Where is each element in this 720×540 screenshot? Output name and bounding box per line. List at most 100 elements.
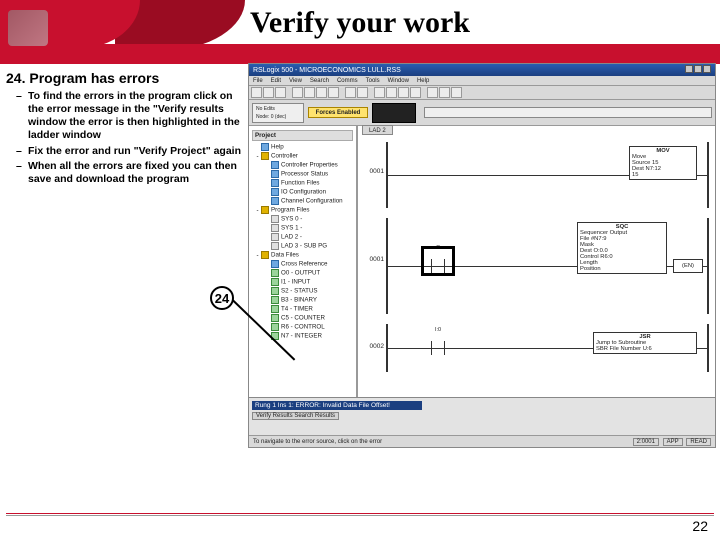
- bullet-item: When all the errors are fixed you can th…: [18, 160, 246, 186]
- toolbar-button[interactable]: [316, 87, 327, 98]
- ladder-rung[interactable]: 0001 MOV Move Source 15 Dest N7:12 15: [386, 142, 709, 208]
- toolbar-button[interactable]: [410, 87, 421, 98]
- toolbar-button[interactable]: [251, 87, 262, 98]
- menu-item[interactable]: Window: [388, 78, 409, 84]
- mov-instruction[interactable]: MOV Move Source 15 Dest N7:12 15: [629, 146, 697, 180]
- toolbar-button[interactable]: [451, 87, 462, 98]
- folder-icon: [261, 251, 269, 259]
- window-titlebar[interactable]: RSLogix 500 - MICROECONOMICS LULL.RSS: [249, 64, 715, 76]
- toolbar-button[interactable]: [357, 87, 368, 98]
- tree-item[interactable]: SYS 1 -: [252, 224, 353, 233]
- tree-item[interactable]: C5 - COUNTER: [252, 314, 353, 323]
- slide-text-content: 24. Program has errors To find the error…: [6, 70, 246, 188]
- ladder-rung[interactable]: 0002 I:0 JSR Jump to Subroutine SBR File…: [386, 324, 709, 372]
- slide-title: Verify your work: [0, 0, 720, 48]
- tree-item[interactable]: Function Files: [252, 179, 353, 188]
- cfg-icon: [271, 179, 279, 187]
- toolbar-button[interactable]: [374, 87, 385, 98]
- project-tree[interactable]: Project Help-ControllerController Proper…: [249, 126, 357, 397]
- ladder-rung[interactable]: 0001 C SQC Sequencer Output File #N7:9 M…: [386, 218, 709, 314]
- df-icon: [271, 269, 279, 277]
- menu-item[interactable]: Help: [417, 78, 429, 84]
- offline-status-box[interactable]: No Edits Node: 0 (dec): [252, 103, 304, 123]
- status-text: To navigate to the error source, click o…: [253, 439, 382, 445]
- toolbar-button[interactable]: [398, 87, 409, 98]
- status-line: No Edits: [256, 106, 300, 112]
- tree-item[interactable]: Controller Properties: [252, 161, 353, 170]
- menu-item[interactable]: Edit: [271, 78, 281, 84]
- forces-enabled-badge[interactable]: Forces Enabled: [308, 107, 368, 118]
- verify-results-panel[interactable]: Rung 1 Ins 1: ERROR: Invalid Data File O…: [249, 397, 715, 435]
- df-icon: [271, 296, 279, 304]
- menu-bar[interactable]: File Edit View Search Comms Tools Window…: [249, 76, 715, 86]
- cfg-icon: [271, 197, 279, 205]
- menu-item[interactable]: Tools: [366, 78, 380, 84]
- pf-icon: [271, 215, 279, 223]
- status-cell: APP: [663, 438, 683, 446]
- tree-item[interactable]: Channel Configuration: [252, 197, 353, 206]
- menu-item[interactable]: Comms: [337, 78, 358, 84]
- status-cell: 2:0001: [633, 438, 659, 446]
- tree-item[interactable]: R6 - CONTROL: [252, 323, 353, 332]
- toolbar[interactable]: [249, 86, 715, 100]
- tree-item[interactable]: IO Configuration: [252, 188, 353, 197]
- toolbar-button[interactable]: [328, 87, 339, 98]
- tree-item[interactable]: Cross Reference: [252, 260, 353, 269]
- close-icon[interactable]: [703, 65, 711, 73]
- ladder-preview-icon: [372, 103, 416, 123]
- toolbar-button[interactable]: [427, 87, 438, 98]
- ladder-view[interactable]: LAD 2 0001 MOV Move Source 15 Dest N7:12…: [357, 126, 715, 397]
- folder-icon: [261, 152, 269, 160]
- jsr-instruction[interactable]: JSR Jump to Subroutine SBR File Number U…: [593, 332, 697, 354]
- sqc-instruction[interactable]: SQC Sequencer Output File #N7:9 Mask Des…: [577, 222, 667, 274]
- work-area: Project Help-ControllerController Proper…: [249, 126, 715, 397]
- maximize-icon[interactable]: [694, 65, 702, 73]
- tree-item[interactable]: I1 - INPUT: [252, 278, 353, 287]
- window-title: RSLogix 500 - MICROECONOMICS LULL.RSS: [253, 67, 401, 74]
- df-icon: [271, 323, 279, 331]
- tree-item[interactable]: -Controller: [252, 152, 353, 161]
- tree-item[interactable]: S2 - STATUS: [252, 287, 353, 296]
- project-root[interactable]: Project: [252, 130, 353, 141]
- verify-results-tab[interactable]: Verify Results Search Results: [252, 412, 339, 420]
- rung-number: 0001: [366, 256, 384, 263]
- tree-item[interactable]: T4 - TIMER: [252, 305, 353, 314]
- toolbar-button[interactable]: [439, 87, 450, 98]
- tree-item[interactable]: Help: [252, 143, 353, 152]
- footer-rule: [6, 513, 714, 514]
- toolbar-button[interactable]: [275, 87, 286, 98]
- tree-item[interactable]: Processor Status: [252, 170, 353, 179]
- toolbar-button[interactable]: [345, 87, 356, 98]
- status-line: Node: 0 (dec): [256, 114, 300, 120]
- window-controls[interactable]: [684, 65, 711, 75]
- en-coil[interactable]: (EN): [673, 259, 703, 273]
- minimize-icon[interactable]: [685, 65, 693, 73]
- toolbar-button[interactable]: [263, 87, 274, 98]
- toolbar-button[interactable]: [304, 87, 315, 98]
- rung-number: 0002: [366, 343, 384, 350]
- tree-item[interactable]: -Program Files: [252, 206, 353, 215]
- driver-status-box[interactable]: [424, 107, 712, 118]
- tree-item[interactable]: O0 - OUTPUT: [252, 269, 353, 278]
- status-row: No Edits Node: 0 (dec) Forces Enabled: [249, 100, 715, 126]
- df-icon: [271, 278, 279, 286]
- cfg-icon: [271, 188, 279, 196]
- menu-item[interactable]: Search: [310, 78, 329, 84]
- pf-icon: [271, 224, 279, 232]
- toolbar-button[interactable]: [292, 87, 303, 98]
- cfg-icon: [271, 161, 279, 169]
- xic-contact[interactable]: I:0: [428, 341, 448, 355]
- menu-item[interactable]: View: [289, 78, 302, 84]
- folder-icon: [261, 206, 269, 214]
- menu-item[interactable]: File: [253, 78, 263, 84]
- tree-item[interactable]: -Data Files: [252, 251, 353, 260]
- bullet-item: To find the errors in the program click …: [18, 90, 246, 143]
- tree-item[interactable]: LAD 3 - SUB PG: [252, 242, 353, 251]
- tree-item[interactable]: B3 - BINARY: [252, 296, 353, 305]
- toolbar-button[interactable]: [386, 87, 397, 98]
- rung-area: 0001 MOV Move Source 15 Dest N7:12 15 00…: [358, 136, 715, 397]
- verify-error-line[interactable]: Rung 1 Ins 1: ERROR: Invalid Data File O…: [252, 401, 422, 410]
- ladder-tab[interactable]: LAD 2: [362, 125, 393, 135]
- tree-item[interactable]: LAD 2 -: [252, 233, 353, 242]
- tree-item[interactable]: SYS 0 -: [252, 215, 353, 224]
